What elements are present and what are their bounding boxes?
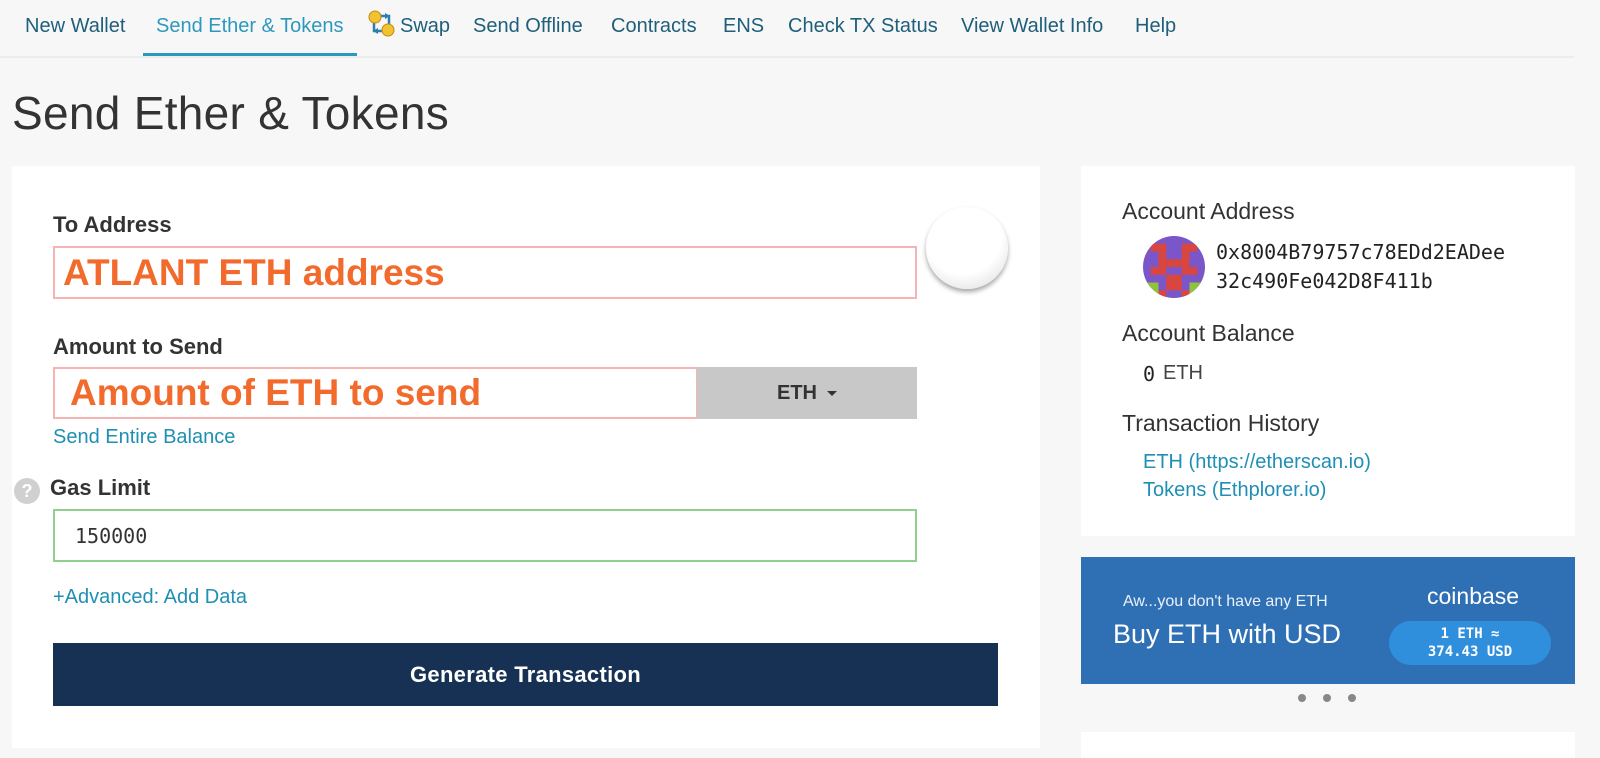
nav-swap[interactable]: Swap	[368, 0, 450, 56]
carousel-dot-2[interactable]	[1323, 694, 1331, 702]
account-balance-unit: ETH	[1163, 362, 1203, 384]
banner-title: Buy ETH with USD	[1113, 619, 1342, 649]
gas-limit-input[interactable]: 150000	[53, 509, 917, 562]
transaction-history-heading: Transaction History	[1122, 410, 1320, 436]
to-address-input[interactable]: ATLANT ETH address	[53, 246, 917, 299]
history-tokens-link[interactable]: Tokens (Ethplorer.io)	[1143, 479, 1326, 502]
nav-new-wallet[interactable]: New Wallet	[25, 0, 125, 56]
token-dropdown-label: ETH	[777, 381, 817, 404]
eth-rate-badge: 1 ETH ≈ 374.43 USD	[1389, 621, 1551, 665]
nav-contracts[interactable]: Contracts	[611, 0, 697, 56]
nav-help[interactable]: Help	[1135, 0, 1176, 56]
history-eth-link[interactable]: ETH (https://etherscan.io)	[1143, 451, 1371, 474]
nav-ens[interactable]: ENS	[723, 0, 764, 56]
address-identicon-placeholder	[926, 207, 1008, 289]
generate-transaction-button[interactable]: Generate Transaction	[53, 643, 998, 706]
gas-limit-label: Gas Limit	[50, 475, 151, 500]
nav-view-wallet-info[interactable]: View Wallet Info	[961, 0, 1103, 56]
send-entire-balance-link[interactable]: Send Entire Balance	[53, 426, 235, 449]
account-balance-value: 0	[1143, 362, 1156, 386]
advanced-add-data-link[interactable]: +Advanced: Add Data	[53, 586, 247, 609]
page-title: Send Ether & Tokens	[12, 87, 450, 139]
carousel-dot-1[interactable]	[1298, 694, 1306, 702]
amount-label: Amount to Send	[53, 334, 223, 359]
account-address-line2: 32c490Fe042D8F411b	[1216, 269, 1433, 293]
account-balance-heading: Account Balance	[1122, 320, 1295, 346]
token-dropdown[interactable]: ETH	[697, 367, 917, 419]
bottom-card	[1081, 732, 1575, 758]
eth-rate-line1: 1 ETH ≈	[1440, 626, 1500, 642]
help-icon[interactable]: ?	[14, 478, 40, 504]
nav-swap-label: Swap	[400, 15, 451, 37]
nav-send-offline[interactable]: Send Offline	[473, 0, 583, 56]
carousel-dot-3[interactable]	[1348, 694, 1356, 702]
nav-send-ether-tokens[interactable]: Send Ether & Tokens	[143, 0, 357, 56]
amount-input[interactable]: Amount of ETH to send	[53, 367, 698, 419]
top-nav: New Wallet Send Ether & Tokens Swap Send…	[0, 0, 1574, 58]
account-address-line1: 0x8004B79757c78EDd2EADee	[1216, 240, 1505, 264]
account-identicon	[1143, 236, 1205, 298]
banner-subtitle: Aw...you don't have any ETH	[1123, 593, 1328, 610]
coinbase-logo: coinbase	[1427, 583, 1520, 609]
chevron-down-icon	[827, 390, 837, 396]
swap-icon	[368, 5, 395, 37]
to-address-label: To Address	[53, 212, 172, 237]
account-address-heading: Account Address	[1122, 198, 1295, 224]
eth-rate-line2: 374.43 USD	[1427, 644, 1513, 660]
nav-check-tx-status[interactable]: Check TX Status	[788, 0, 938, 56]
